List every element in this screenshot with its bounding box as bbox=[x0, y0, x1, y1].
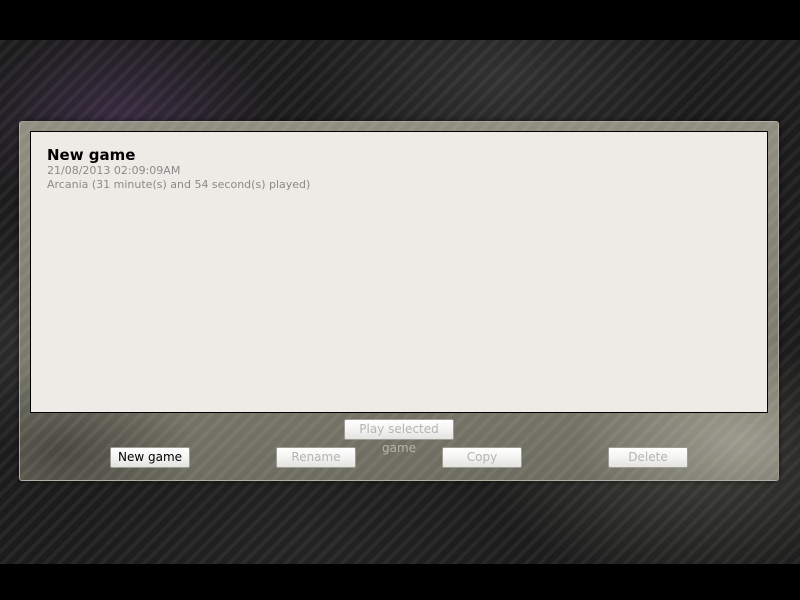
save-title: New game bbox=[47, 146, 136, 164]
letterbox-bottom bbox=[0, 564, 800, 600]
save-timestamp: 21/08/2013 02:09:09AM bbox=[47, 164, 181, 177]
play-selected-game-button[interactable]: Play selected game bbox=[344, 419, 454, 455]
new-game-button[interactable]: New game bbox=[110, 447, 190, 468]
copy-button[interactable]: Copy bbox=[442, 447, 522, 468]
letterbox-top bbox=[0, 0, 800, 40]
save-details: Arcania (31 minute(s) and 54 second(s) p… bbox=[47, 178, 311, 191]
save-list-item[interactable]: New game 21/08/2013 02:09:09AM Arcania (… bbox=[47, 146, 751, 192]
saved-games-list[interactable]: New game 21/08/2013 02:09:09AM Arcania (… bbox=[30, 131, 768, 413]
delete-button[interactable]: Delete bbox=[608, 447, 688, 468]
rename-button[interactable]: Rename bbox=[276, 447, 356, 468]
